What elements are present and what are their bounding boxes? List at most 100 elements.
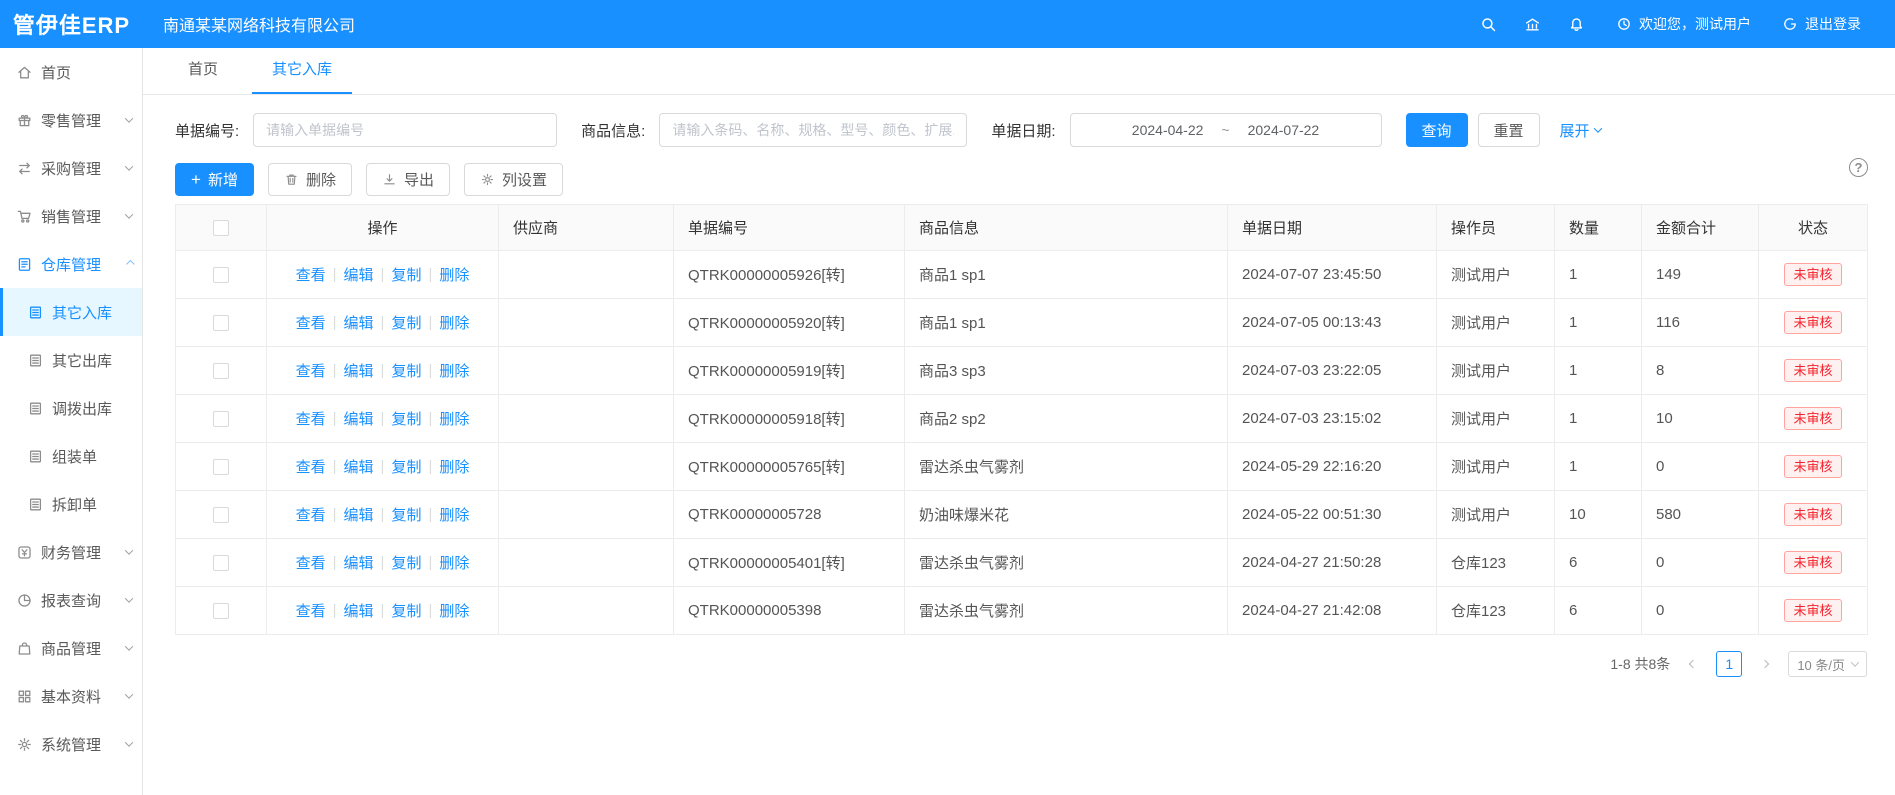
tab-home[interactable]: 首页 [168,47,238,94]
row-date: 2024-04-27 21:42:08 [1228,587,1437,635]
row-action-copy[interactable]: 复制 [391,360,421,381]
sidebar-item-home[interactable]: 首页 [0,48,142,96]
row-action-copy[interactable]: 复制 [391,600,421,621]
row-action-edit[interactable]: 编辑 [344,504,374,525]
col-header-amount: 金额合计 [1642,205,1759,251]
export-button[interactable]: 导出 [366,163,450,196]
row-action-copy[interactable]: 复制 [391,504,421,525]
doc-no-input[interactable] [253,113,557,147]
sidebar-item-other-outbound[interactable]: 其它出库 [0,336,142,384]
sidebar-item-system[interactable]: 系统管理 [0,720,142,768]
expand-link[interactable]: 展开 [1560,120,1601,141]
row-checkbox[interactable] [213,603,229,619]
row-action-edit[interactable]: 编辑 [344,264,374,285]
chevron-down-icon [125,114,133,122]
status-badge: 未审核 [1784,359,1841,383]
sidebar-item-warehouse[interactable]: 仓库管理 [0,240,142,288]
bell-icon[interactable] [1567,15,1585,33]
row-amount: 10 [1642,395,1759,443]
add-button[interactable]: + 新增 [175,163,254,196]
row-action-delete[interactable]: 删除 [439,456,469,477]
row-action-view[interactable]: 查看 [296,360,326,381]
row-action-delete[interactable]: 删除 [439,552,469,573]
row-action-copy[interactable]: 复制 [391,456,421,477]
sidebar-item-retail[interactable]: 零售管理 [0,96,142,144]
row-action-edit[interactable]: 编辑 [344,408,374,429]
row-action-edit[interactable]: 编辑 [344,456,374,477]
row-action-view[interactable]: 查看 [296,456,326,477]
column-settings-button[interactable]: 列设置 [464,163,563,196]
sidebar-item-label: 报表查询 [41,590,126,611]
sidebar-item-disassembly[interactable]: 拆卸单 [0,480,142,528]
sidebar-item-sales[interactable]: 销售管理 [0,192,142,240]
row-supplier [499,395,674,443]
gear-icon [16,736,33,753]
sidebar-item-product[interactable]: 商品管理 [0,624,142,672]
row-action-view[interactable]: 查看 [296,312,326,333]
doc-icon [27,400,44,417]
chevron-down-icon [125,162,133,170]
prev-page-button[interactable] [1680,651,1706,677]
row-checkbox[interactable] [213,363,229,379]
row-product: 雷达杀虫气雾剂 [905,539,1228,587]
row-action-view[interactable]: 查看 [296,552,326,573]
row-action-copy[interactable]: 复制 [391,312,421,333]
action-divider: | [333,314,337,331]
welcome-user[interactable]: 欢迎您，测试用户 [1615,14,1751,34]
sidebar-item-finance[interactable]: 财务管理 [0,528,142,576]
search-icon[interactable] [1479,15,1497,33]
row-action-view[interactable]: 查看 [296,504,326,525]
sidebar-item-transfer-outbound[interactable]: 调拨出库 [0,384,142,432]
row-action-edit[interactable]: 编辑 [344,360,374,381]
select-all-checkbox[interactable] [213,220,229,236]
row-action-delete[interactable]: 删除 [439,408,469,429]
row-action-edit[interactable]: 编辑 [344,600,374,621]
row-action-edit[interactable]: 编辑 [344,552,374,573]
delete-button[interactable]: 删除 [268,163,352,196]
row-doc-no: QTRK00000005398 [674,587,905,635]
sidebar-item-assembly[interactable]: 组装单 [0,432,142,480]
pagination-total: 1-8 共8条 [1610,654,1670,674]
logout-text: 退出登录 [1805,14,1861,34]
row-checkbox[interactable] [213,411,229,427]
row-checkbox[interactable] [213,507,229,523]
row-action-edit[interactable]: 编辑 [344,312,374,333]
row-supplier [499,347,674,395]
action-divider: | [381,362,385,379]
app-logo: 管伊佳ERP [0,8,143,40]
row-action-delete[interactable]: 删除 [439,600,469,621]
row-action-view[interactable]: 查看 [296,600,326,621]
row-checkbox[interactable] [213,555,229,571]
bank-icon[interactable] [1523,15,1541,33]
row-action-copy[interactable]: 复制 [391,408,421,429]
row-checkbox[interactable] [213,267,229,283]
row-action-delete[interactable]: 删除 [439,504,469,525]
tab-other-inbound[interactable]: 其它入库 [252,47,352,94]
reset-button[interactable]: 重置 [1478,113,1540,147]
status-badge: 未审核 [1784,599,1841,623]
sidebar-item-basic[interactable]: 基本资料 [0,672,142,720]
row-action-view[interactable]: 查看 [296,408,326,429]
row-action-delete[interactable]: 删除 [439,312,469,333]
sidebar-item-purchase[interactable]: 采购管理 [0,144,142,192]
sidebar-item-report[interactable]: 报表查询 [0,576,142,624]
date-range-input[interactable]: 2024-04-22 ~ 2024-07-22 [1070,113,1382,147]
page-1-button[interactable]: 1 [1716,651,1742,677]
page-size-select[interactable]: 10 条/页 [1788,651,1867,677]
help-icon[interactable]: ? [1849,158,1868,177]
row-action-delete[interactable]: 删除 [439,264,469,285]
table-row: 查看|编辑|复制|删除QTRK00000005401[转]雷达杀虫气雾剂2024… [176,539,1868,587]
row-checkbox[interactable] [213,459,229,475]
product-info-input[interactable] [659,113,967,147]
search-button[interactable]: 查询 [1406,113,1468,147]
row-action-copy[interactable]: 复制 [391,552,421,573]
row-action-view[interactable]: 查看 [296,264,326,285]
row-doc-no: QTRK00000005918[转] [674,395,905,443]
row-checkbox[interactable] [213,315,229,331]
logout-button[interactable]: 退出登录 [1781,14,1861,34]
row-action-delete[interactable]: 删除 [439,360,469,381]
chevron-down-icon [1851,658,1859,666]
next-page-button[interactable] [1752,651,1778,677]
row-action-copy[interactable]: 复制 [391,264,421,285]
sidebar-item-other-inbound[interactable]: 其它入库 [0,288,142,336]
